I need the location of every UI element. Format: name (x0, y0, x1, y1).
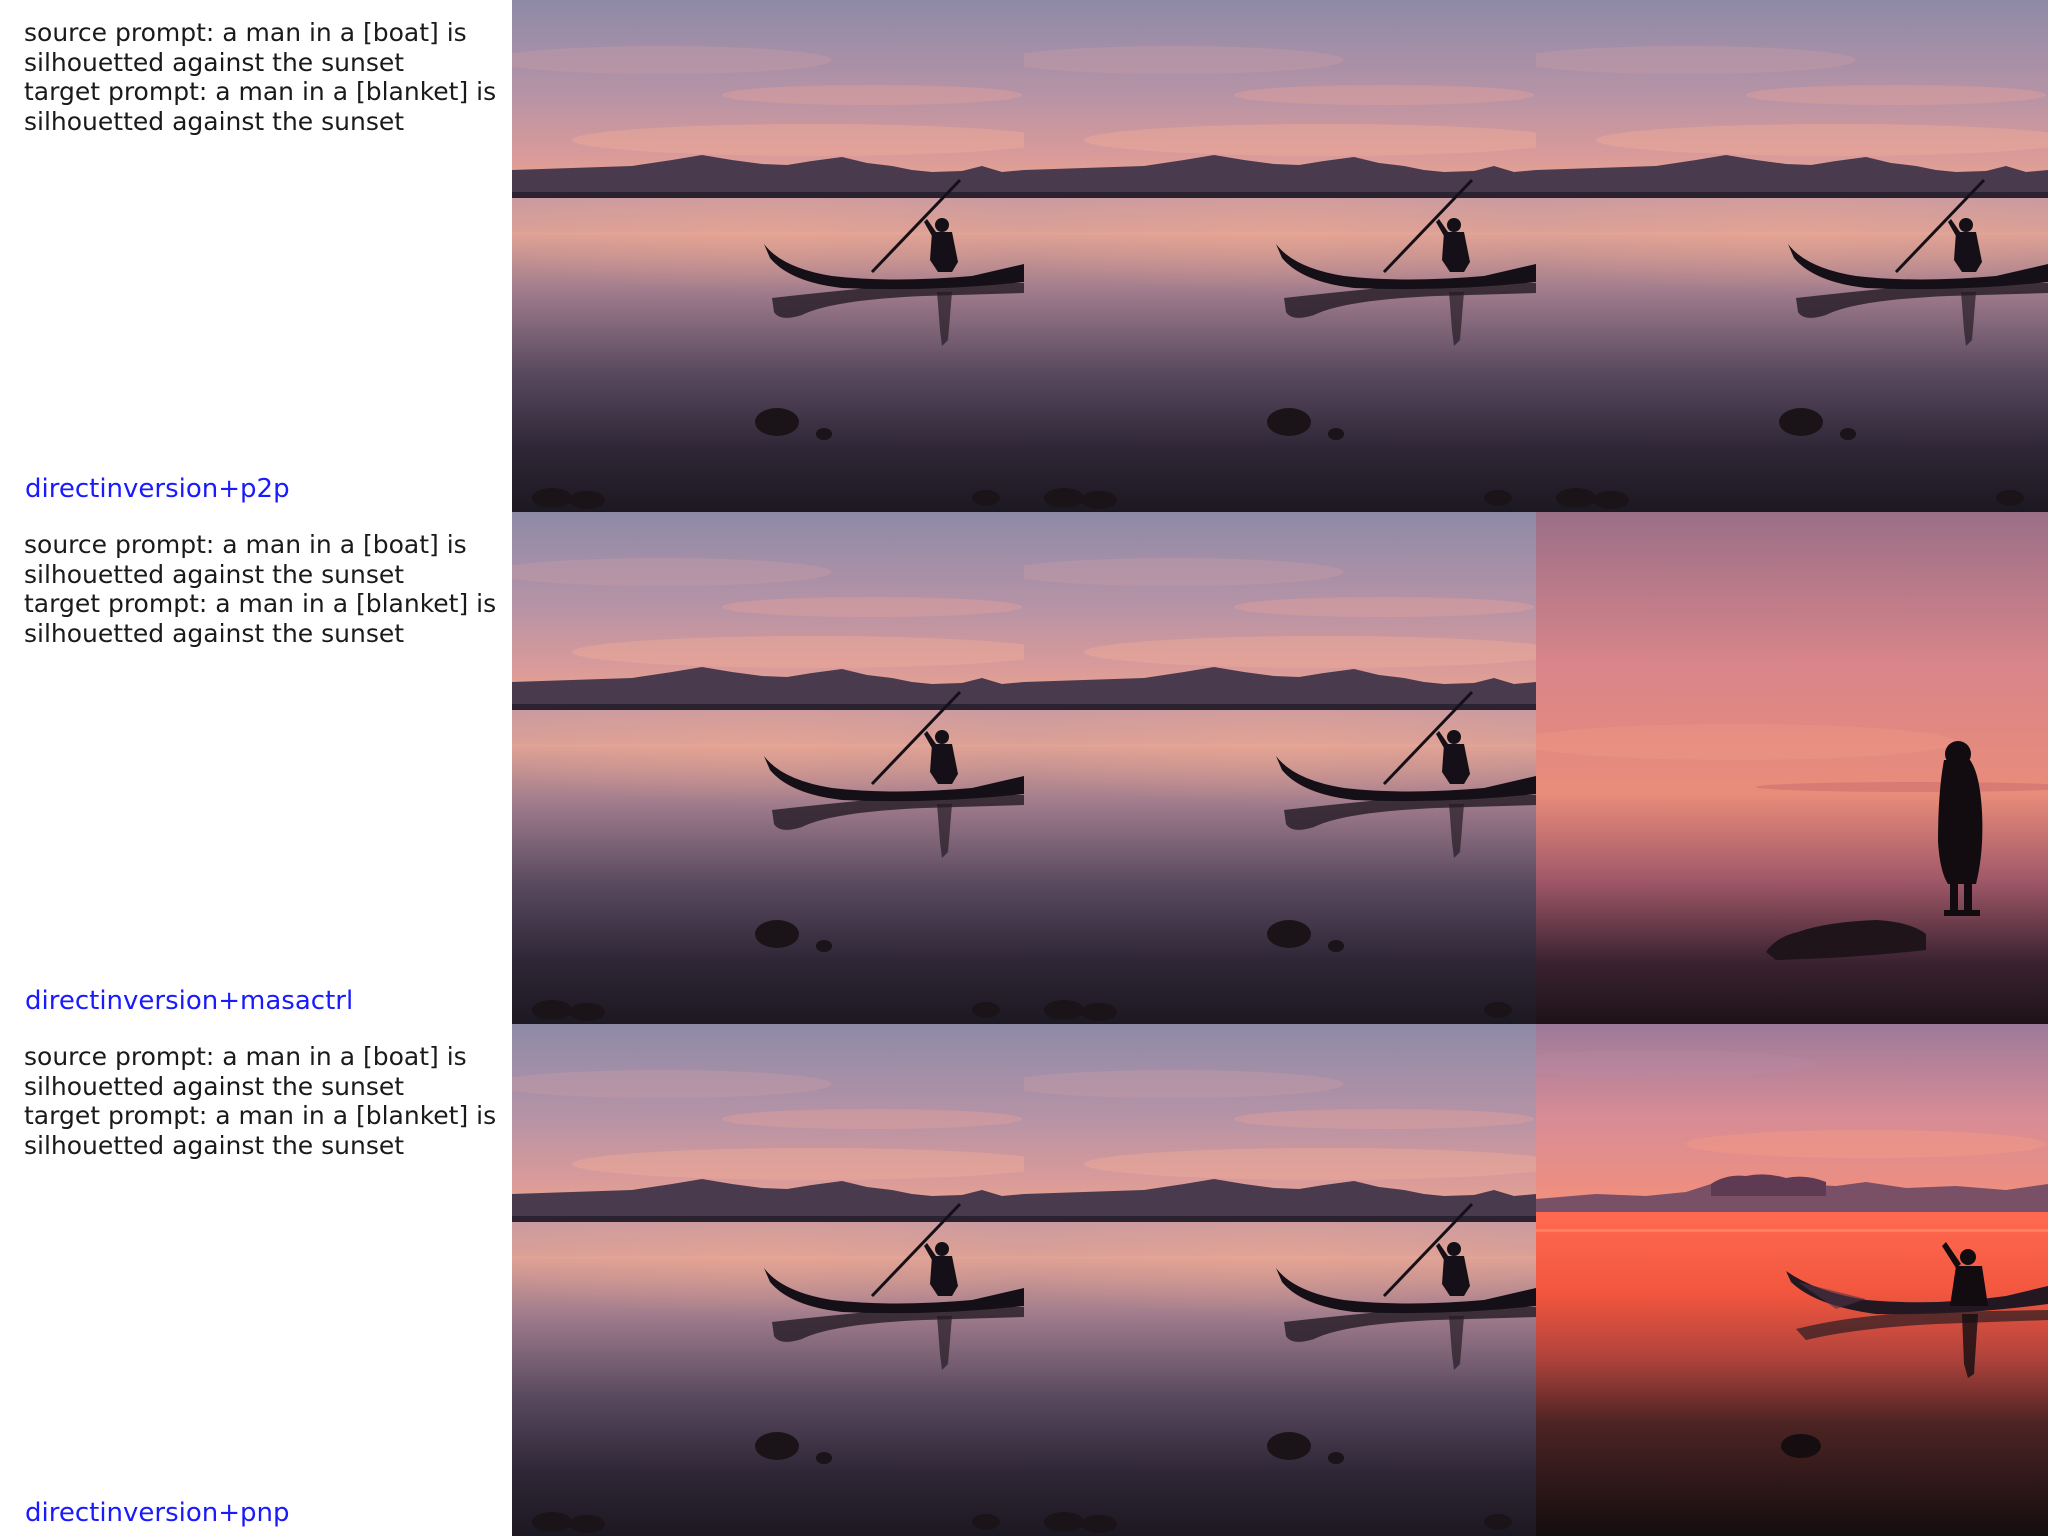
method-label: directinversion+p2p (25, 474, 290, 504)
edited-image (1536, 1024, 2048, 1536)
method-label: directinversion+masactrl (25, 986, 354, 1016)
label-cell: source prompt: a man in a [boat] is silh… (0, 0, 512, 512)
comparison-row: source prompt: a man in a [boat] is silh… (0, 512, 2048, 1024)
comparison-row: source prompt: a man in a [boat] is silh… (0, 0, 2048, 512)
comparison-grid: source prompt: a man in a [boat] is silh… (0, 0, 2048, 1536)
comparison-row: source prompt: a man in a [boat] is silh… (0, 1024, 2048, 1536)
prompt-text: source prompt: a man in a [boat] is silh… (24, 18, 497, 136)
prompt-text: source prompt: a man in a [boat] is silh… (24, 530, 497, 648)
source-image (512, 512, 1024, 1024)
method-label: directinversion+pnp (25, 1498, 290, 1528)
reconstructed-image (1024, 512, 1536, 1024)
prompt-text: source prompt: a man in a [boat] is silh… (24, 1042, 497, 1160)
source-image (512, 1024, 1024, 1536)
reconstructed-image (1024, 1024, 1536, 1536)
edited-image (1536, 0, 2048, 512)
edited-image (1536, 512, 2048, 1024)
label-cell: source prompt: a man in a [boat] is silh… (0, 512, 512, 1024)
label-cell: source prompt: a man in a [boat] is silh… (0, 1024, 512, 1536)
reconstructed-image (1024, 0, 1536, 512)
source-image (512, 0, 1024, 512)
